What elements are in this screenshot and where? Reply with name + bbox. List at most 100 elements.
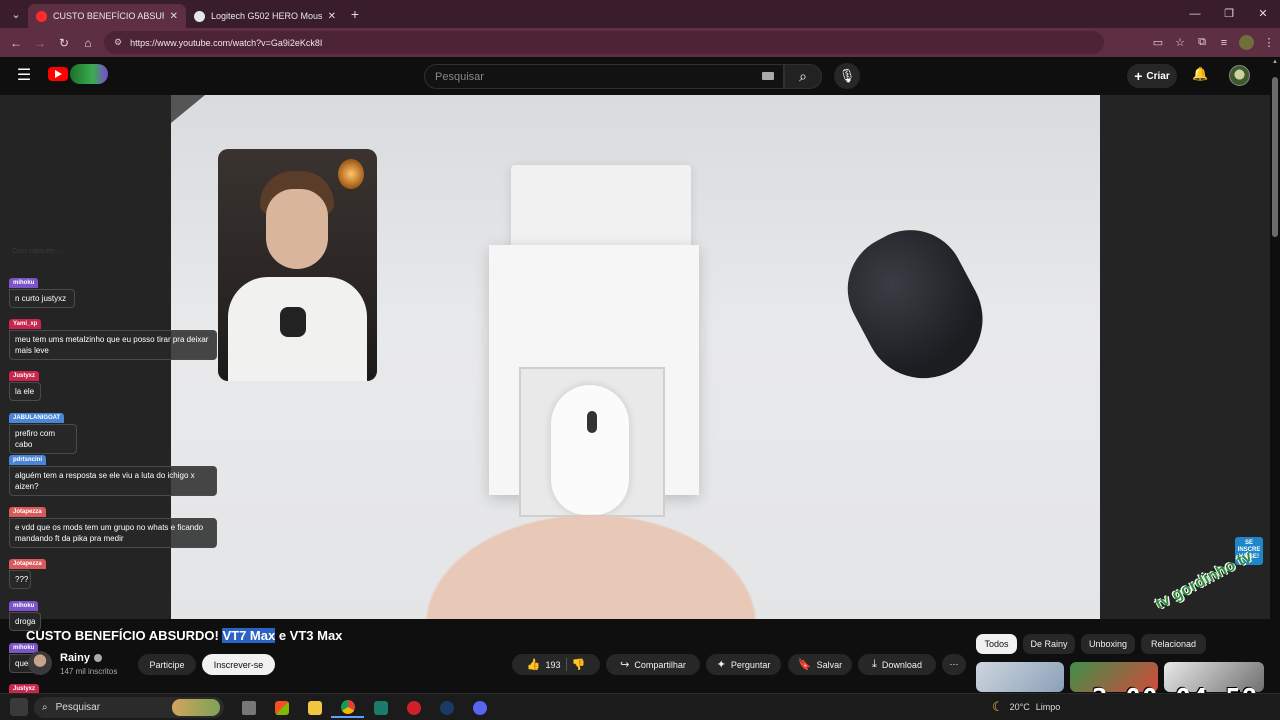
reading-list-icon[interactable]: ≡	[1213, 37, 1235, 49]
chip-from-channel[interactable]: De Rainy	[1023, 634, 1075, 654]
opera-icon[interactable]	[397, 698, 430, 718]
forward-icon[interactable]: →	[28, 36, 52, 50]
tab-logitech[interactable]: Logitech G502 HERO Mouse pa ✕	[186, 4, 344, 28]
close-tab-icon[interactable]: ✕	[170, 11, 178, 22]
voice-search-icon[interactable]: 🎙	[834, 63, 860, 89]
file-explorer-icon[interactable]	[298, 698, 331, 718]
moon-icon: ☾	[992, 699, 1004, 714]
download-label: Download	[881, 659, 922, 670]
chip-label: Relacionad	[1150, 639, 1197, 649]
more-actions-button[interactable]: ⋯	[942, 654, 966, 675]
held-mouse	[280, 307, 306, 337]
share-button[interactable]: ↪ Compartilhar	[606, 654, 700, 675]
taskbar-search[interactable]: ⌕ Pesquisar	[34, 697, 224, 718]
like-count[interactable]: 193	[545, 660, 560, 670]
join-label: Participe	[149, 659, 185, 670]
bookmark-star-icon[interactable]: ☆	[1169, 36, 1191, 49]
title-suffix: e VT3 Max	[275, 628, 343, 643]
share-label: Compartilhar	[634, 659, 686, 670]
keyboard-icon[interactable]	[762, 72, 774, 80]
tab-youtube[interactable]: CUSTO BENEFÍCIO ABSURDO ✕	[28, 4, 186, 28]
guide-menu-icon[interactable]: ☰	[14, 67, 34, 85]
cast-icon[interactable]: ▭	[1147, 36, 1169, 49]
chat-message: Jotapezza e vdd que os mods tem um grupo…	[9, 500, 217, 548]
toolbar-actions: ▭ ☆ ⧉ ≡ ⋮	[1147, 28, 1280, 57]
chat-message: mihoku droga	[9, 594, 41, 631]
chip-label: De Rainy	[1030, 639, 1068, 649]
url-text[interactable]: https://www.youtube.com/watch?v=Ga9i2eKc…	[130, 38, 322, 48]
restore-icon[interactable]: ❐	[1212, 0, 1246, 28]
account-avatar[interactable]	[1229, 65, 1250, 86]
steam-icon[interactable]	[430, 698, 463, 718]
chat-text: la ele	[9, 382, 41, 401]
subscribe-button[interactable]: Inscrever-se	[202, 654, 275, 675]
streamer-facecam	[218, 149, 377, 381]
create-button[interactable]: + Criar	[1127, 64, 1177, 88]
join-button[interactable]: Participe	[138, 654, 196, 675]
close-window-icon[interactable]: ✕	[1246, 0, 1280, 28]
recommended-thumbnail[interactable]	[976, 662, 1064, 692]
chrome-icon[interactable]	[331, 698, 364, 718]
chat-text: meu tem ums metalzinho que eu posso tira…	[9, 330, 217, 360]
home-icon[interactable]: ⌂	[76, 36, 100, 50]
chat-message: mihoku n curto justyxz	[9, 271, 75, 308]
chat-message: JABULANIGOAT prefiro com cabo	[9, 406, 77, 454]
channel-name[interactable]: Rainy	[60, 652, 102, 664]
chat-username: mihoku	[9, 601, 39, 611]
like-icon[interactable]: 👍	[527, 658, 541, 671]
subscriber-count: 147 mil inscritos	[60, 667, 118, 676]
youtube-doodle-logo[interactable]	[70, 64, 108, 84]
lamp	[338, 159, 364, 189]
weather-widget[interactable]: ☾ 20°C Limpo	[992, 699, 1060, 715]
chat-message: Jotapezza ???	[9, 552, 46, 589]
back-icon[interactable]: ←	[4, 36, 28, 50]
site-info-icon[interactable]: ⚙	[114, 37, 122, 48]
minimize-icon[interactable]: —	[1178, 0, 1212, 28]
youtube-logo-icon[interactable]	[48, 67, 68, 81]
dislike-icon[interactable]: 👎	[572, 658, 586, 671]
channel-avatar[interactable]	[28, 651, 52, 675]
chat-faded-message: Com cabo ele...	[12, 248, 62, 255]
search-input[interactable]: Pesquisar	[424, 64, 784, 89]
page-scrollbar[interactable]: ▲	[1270, 57, 1280, 687]
search-icon: ⌕	[42, 702, 48, 713]
terminal-icon[interactable]	[364, 698, 397, 718]
search-button[interactable]: ⌕	[784, 64, 822, 89]
plus-icon: +	[1134, 68, 1143, 84]
chip-all[interactable]: Todos	[976, 634, 1017, 654]
chip-related[interactable]: Relacionad	[1141, 634, 1206, 654]
browser-menu-icon[interactable]: ⋮	[1258, 36, 1280, 49]
scroll-thumb[interactable]	[1272, 77, 1278, 237]
start-avatar-icon[interactable]	[10, 698, 28, 716]
chat-username: JABULANIGOAT	[9, 413, 65, 423]
mouse-wheel	[587, 411, 597, 433]
chat-username: mihoku	[9, 278, 39, 288]
browser-toolbar: ← → ↻ ⌂ ⚙ https://www.youtube.com/watch?…	[0, 28, 1280, 57]
chip-label: Unboxing	[1088, 639, 1128, 649]
chip-unboxing[interactable]: Unboxing	[1081, 634, 1135, 654]
window-controls: — ❐ ✕	[1178, 0, 1280, 28]
address-bar[interactable]: ⚙ https://www.youtube.com/watch?v=Ga9i2e…	[104, 31, 1104, 54]
channel-name-text[interactable]: Rainy	[60, 652, 90, 664]
pinned-apps	[232, 694, 496, 720]
store-icon[interactable]	[265, 698, 298, 718]
notifications-bell-icon[interactable]: 🔔	[1192, 66, 1208, 82]
close-tab-icon[interactable]: ✕	[328, 11, 336, 22]
reload-icon[interactable]: ↻	[52, 36, 76, 50]
task-view-icon[interactable]	[232, 698, 265, 718]
download-button[interactable]: ⤓ Download	[858, 654, 936, 675]
extensions-icon[interactable]: ⧉	[1191, 36, 1213, 49]
new-tab-button[interactable]: +	[344, 6, 366, 22]
chat-username: Jotapezza	[9, 507, 46, 517]
scroll-up-icon[interactable]: ▲	[1270, 59, 1280, 65]
chat-username: Yami_xp	[9, 319, 42, 329]
create-label: Criar	[1146, 70, 1170, 82]
title-prefix: CUSTO BENEFÍCIO ABSURDO!	[26, 628, 223, 643]
ask-button[interactable]: ✦ Perguntar	[706, 654, 781, 675]
tab-search-button[interactable]: ⌄	[4, 4, 28, 24]
profile-avatar[interactable]	[1239, 35, 1254, 50]
discord-icon[interactable]	[463, 698, 496, 718]
weather-temp: 20°C	[1009, 702, 1030, 712]
save-button[interactable]: 🔖 Salvar	[788, 654, 852, 675]
search-highlight-art	[172, 699, 220, 716]
